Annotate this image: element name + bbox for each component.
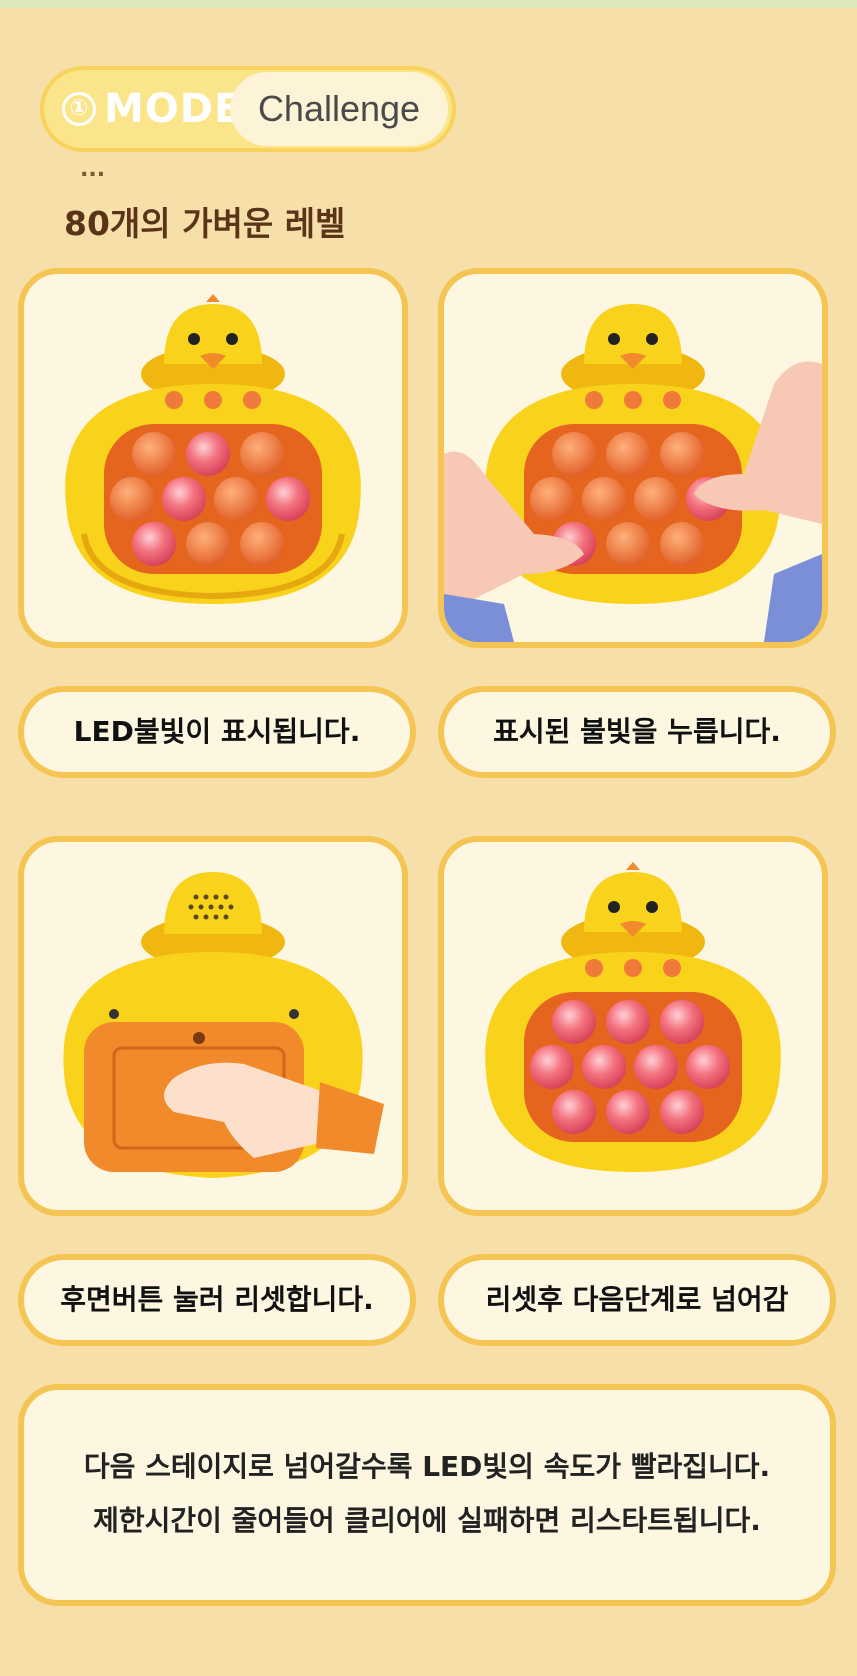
step-2-caption: 표시된 불빛을 누릅니다.	[438, 686, 836, 778]
step-1-caption: LED불빛이 표시됩니다.	[18, 686, 416, 778]
mode-label: MODE	[104, 86, 243, 132]
page-subtitle: 80개의 가벼운 레벨	[64, 204, 346, 243]
description-line-2: 제한시간이 줄어들어 클리어에 실패하면 리스타트됩니다.	[93, 1504, 761, 1537]
mode-value: Challenge	[257, 88, 421, 129]
step-4-image	[438, 836, 828, 1216]
step-3-caption: 후면버튼 눌러 리셋합니다.	[18, 1254, 416, 1346]
description-line-1: 다음 스테이지로 넘어갈수록 LED빛의 속도가 빨라집니다.	[83, 1450, 771, 1483]
top-strip	[0, 0, 857, 8]
step-2-image	[438, 268, 828, 648]
mode-number: ①	[62, 92, 96, 126]
step-1-image	[18, 268, 408, 648]
ellipsis: ...	[80, 157, 106, 182]
description-box: 다음 스테이지로 넘어갈수록 LED빛의 속도가 빨라집니다. 제한시간이 줄어…	[18, 1384, 836, 1606]
step-4-caption: 리셋후 다음단계로 넘어감	[438, 1254, 836, 1346]
step-3-image	[18, 836, 408, 1216]
